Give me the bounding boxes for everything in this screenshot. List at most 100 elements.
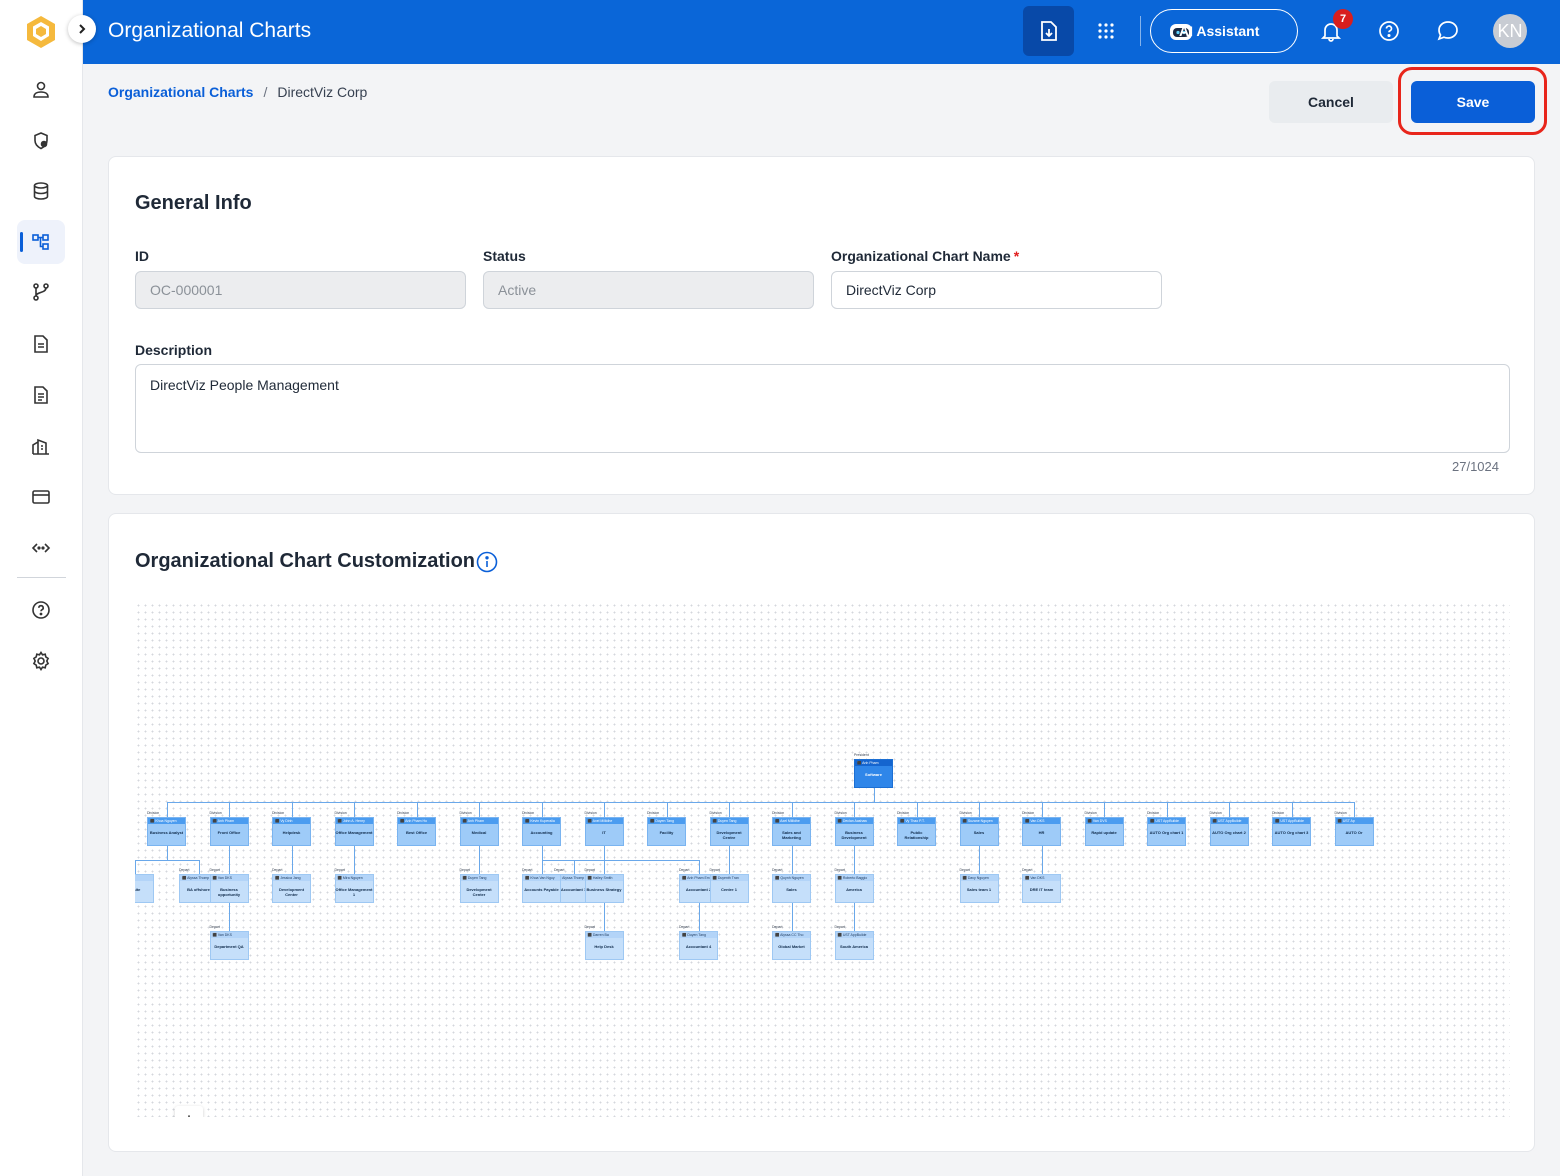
zoom-in-button[interactable]: + [175,1106,203,1118]
org-node[interactable]: ⬛ UST AppBuilde South America [834,931,874,960]
org-node-head: ⬛ UST AppBuilde [1148,818,1185,824]
nav-org-charts[interactable] [17,220,65,264]
nav-settings[interactable] [17,639,65,683]
org-node[interactable]: ⬛ Van DKS Department QA [209,931,249,960]
breadcrumb-root-link[interactable]: Organizational Charts [108,84,253,100]
chat-icon [1437,21,1458,41]
org-node[interactable]: ⬛ Hailey Smith Business Strategy [584,874,624,903]
org-node[interactable]: ⬛ Anh Pham Software [854,759,893,788]
nav-database[interactable] [17,169,65,213]
org-node[interactable]: ⬛ Darren Ba Help Desk [584,931,624,960]
org-node[interactable]: ⬛ Axel Millidhe IT [584,817,624,846]
org-node[interactable]: ⬛ Van DKS DRE IT team [1022,874,1061,903]
org-node[interactable]: ⬛ UST AppBuilde AUTO Org chart 2 [1209,817,1249,846]
org-node-tag: Division [1084,811,1097,815]
org-edge [416,802,418,817]
org-node-tag: Depart [772,868,783,872]
org-node[interactable]: ⬛ Tran onsite [135,874,154,903]
org-node[interactable]: ⬛ Suzane Nguyen Sales [959,817,999,846]
apps-grid-button[interactable] [1091,16,1121,46]
org-node-name: Software [865,772,882,777]
org-node[interactable]: ⬛ Duyen Tang Development Center [459,874,499,903]
ai-assistant-button[interactable]: AI Assistant [1150,9,1298,53]
org-edge [854,917,855,931]
org-node[interactable]: ⬛ Van DKS Business opportunity [209,874,249,903]
org-edge [1229,802,1230,817]
org-chart-canvas[interactable]: President ⬛ Anh Pham Software Division ⬛ Kho… [135,602,1510,1117]
org-node-name: Sales team 1 [966,887,992,892]
org-node[interactable]: ⬛ Van DVS Rapid update [1084,817,1124,846]
org-edge [979,846,980,860]
org-node[interactable]: ⬛ Duyen Tang Development Centre [709,817,749,846]
org-node-head: ⬛ Axel Millidhe [773,818,810,824]
org-node-head: ⬛ Mira Nguyen [335,875,373,881]
nav-documents[interactable] [17,322,65,366]
org-edge [229,846,230,860]
info-icon[interactable] [476,551,498,573]
org-node[interactable]: ⬛ Axel Millidhe Sales and Marketing [772,817,811,846]
org-node[interactable]: ⬛ Duyen Tang Facility [647,817,686,846]
org-node[interactable]: ⬛ Anh Pham Front Office [209,817,249,846]
org-node[interactable]: ⬛ Davy Nguyen Sales team 1 [959,874,999,903]
org-edge [604,917,605,931]
org-node[interactable]: ⬛ Vy Dinh Helpdesk [272,817,311,846]
org-node[interactable]: ⬛ Kevin Kuperalia Accounting [522,817,561,846]
app-logo-icon[interactable] [24,14,58,50]
org-node-name: Development Center [278,887,305,897]
org-node-name: Sales [786,887,797,892]
sidebar-expand-button[interactable] [68,15,96,43]
org-node[interactable]: ⬛ Declan Aashaw Business Development [834,817,874,846]
sidebar-divider [17,577,66,578]
org-node-tag: Division [1209,811,1222,815]
nav-api[interactable] [17,526,65,570]
org-node-name: DRE IT team [1029,887,1054,892]
org-node-head: ⬛ UST AppBuilde [835,932,873,938]
org-node[interactable]: ⬛ UST AppBuilde AUTO Org chart 3 [1272,817,1311,846]
nav-users[interactable] [17,68,65,112]
org-node-head: ⬛ Duyen Tang [460,875,498,881]
page-title: Organizational Charts [108,19,312,42]
nav-workflow[interactable] [17,270,65,314]
org-node-name: South America [839,944,869,949]
nav-security[interactable] [17,119,65,163]
org-node[interactable]: ⬛ UST Ap AUTO Or [1334,817,1374,846]
cancel-button[interactable]: Cancel [1269,81,1393,123]
org-node[interactable]: ⬛ Jessica Jang Development Center [272,874,311,903]
org-node[interactable]: ⬛ Khoa Nguyen Business Analyst [147,817,186,846]
org-edge [791,860,793,874]
chart-name-input[interactable]: DirectViz Corp [831,271,1162,309]
org-node[interactable]: ⬛ Alyssa CC Tho Global Market [772,931,811,960]
chat-button[interactable] [1433,16,1463,46]
description-textarea[interactable]: DirectViz People Management [135,364,1510,453]
org-node[interactable]: ⬛ Roberto Baggio America [834,874,874,903]
description-label: Description [135,342,213,358]
download-icon [1040,21,1057,41]
org-edge [791,917,793,931]
customization-title: Organizational Chart Customization [135,550,476,572]
download-button[interactable] [1023,6,1074,56]
org-node[interactable]: ⬛ Mira Nguyen Office Management 1 [334,874,374,903]
help-button[interactable] [1374,16,1404,46]
org-node[interactable]: ⬛ Quynh Nguyen Sales [772,874,811,903]
org-node-tag: Depart [709,868,721,872]
org-node[interactable]: ⬛ Vy Thao P.T. Public Relationship [897,817,936,846]
org-node-head: ⬛ UST AppBuilde [1210,818,1248,824]
nav-help[interactable] [17,588,65,632]
org-node[interactable]: ⬛ Duyen Tang Accountant 4 [679,931,718,960]
org-node[interactable]: ⬛ Van DKS HR [1022,817,1061,846]
org-edge [166,860,200,861]
org-node-name: Development Center [466,887,492,897]
user-avatar[interactable]: KN [1493,14,1527,48]
org-node[interactable]: ⬛ UST AppBuilde AUTO Org chart 1 [1147,817,1186,846]
org-node[interactable]: ⬛ Anh Pham Medical [459,817,499,846]
nav-document-list[interactable] [17,373,65,417]
nav-billing[interactable] [17,475,65,519]
org-node[interactable]: ⬛ Duyenth Tran Centre 1 [709,874,749,903]
org-edge [604,860,605,874]
org-node[interactable]: ⬛ John A. Henry Office Management [334,817,374,846]
org-node-head: ⬛ Khoa Nguyen [148,818,185,824]
org-node[interactable]: ⬛ Anh Pham Ho Best Office [397,817,436,846]
org-node-head: ⬛ Duyen Tang [710,818,748,824]
org-node[interactable]: ⬛ Khoa Van Nguy Accounts Payable [522,874,561,903]
nav-buildings[interactable] [17,424,65,468]
